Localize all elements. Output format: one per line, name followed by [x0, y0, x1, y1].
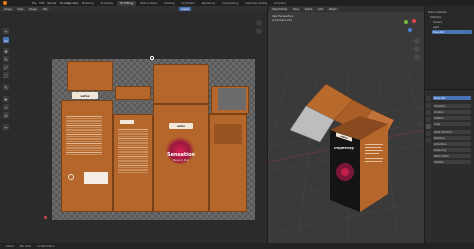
tab-scripting[interactable]: Scripting: [271, 1, 289, 6]
dieline-flap: [153, 64, 209, 104]
select-box-tool-icon[interactable]: ▭: [3, 37, 9, 43]
side-dark-block: [214, 124, 242, 144]
menu-object[interactable]: Object: [326, 7, 339, 11]
front-logo-text: sefex: [177, 124, 185, 128]
uv-toolbar: + ▭ ✥ ↻ ⤢ ⬚ ✎ ☛ ≈ ◎ ✂: [0, 28, 12, 198]
outliner-item[interactable]: Collection: [429, 15, 472, 19]
tab-texture-paint[interactable]: Texture Paint: [137, 1, 160, 6]
panel-collections[interactable]: Collections: [433, 142, 471, 146]
menu-view-3d[interactable]: View: [291, 7, 301, 11]
panel-motion-paths[interactable]: Motion Paths: [433, 154, 471, 158]
product-name: Sensation: [166, 152, 195, 158]
menu-file[interactable]: File: [32, 2, 36, 5]
tab-compositing[interactable]: Compositing: [219, 1, 241, 6]
uv-handle-icon[interactable]: [44, 216, 47, 219]
panel-delta-transform[interactable]: Delta Transform: [433, 130, 471, 134]
scale-tool-icon[interactable]: ⤢: [3, 64, 9, 70]
status-select: Select: [6, 244, 14, 248]
tab-shading[interactable]: Shading: [161, 1, 178, 6]
menu-add[interactable]: Add: [316, 7, 325, 11]
scene-props-tab-icon[interactable]: [426, 117, 431, 122]
panel-visibility[interactable]: Visibility: [433, 160, 471, 164]
location-field[interactable]: Location: [433, 110, 471, 114]
outliner-item-selected[interactable]: Plane.002: [432, 30, 472, 34]
zoom-view-icon[interactable]: [414, 38, 420, 44]
pinch-tool-icon[interactable]: ◎: [3, 112, 9, 118]
side-text-block: [66, 115, 102, 155]
menu-edit[interactable]: Edit: [39, 2, 44, 5]
object-props-tab-icon[interactable]: [426, 124, 431, 129]
tab-animation[interactable]: Animation: [179, 1, 198, 6]
status-bar: Select Pan View Context Menu: [0, 243, 474, 249]
annotate-tool-icon[interactable]: ✎: [3, 84, 9, 90]
object-name-field[interactable]: Plane.002: [433, 96, 471, 100]
relax-tool-icon[interactable]: ≈: [3, 104, 9, 110]
status-pan-view: Pan View: [19, 244, 31, 248]
box-model: [289, 83, 395, 212]
status-context-menu: Context Menu: [36, 244, 55, 248]
menu-select[interactable]: Select: [302, 7, 315, 11]
tab-sculpting[interactable]: Sculpting: [98, 1, 116, 6]
image-selector[interactable]: Cream: [179, 7, 192, 11]
outliner-item[interactable]: Camera: [432, 20, 472, 24]
tool-props-tab-icon[interactable]: [426, 96, 431, 101]
move-tool-icon[interactable]: ✥: [3, 48, 9, 54]
blender-logo-icon[interactable]: [3, 1, 7, 5]
camera-view-icon[interactable]: [414, 54, 420, 60]
tab-modeling[interactable]: Modeling: [79, 1, 97, 6]
dieline-flap: [67, 61, 113, 91]
tab-layout[interactable]: Layout: [63, 1, 78, 6]
output-props-tab-icon[interactable]: [426, 110, 431, 115]
product-subtitle: Pleasure Ring: [172, 159, 190, 162]
zoom-icon[interactable]: [256, 20, 262, 26]
barcode-box: [84, 172, 108, 184]
back-logo: [120, 120, 134, 124]
navigation-gizmo-icon[interactable]: [402, 18, 418, 34]
panel-instancing[interactable]: Instancing: [433, 148, 471, 152]
editor-type-button[interactable]: Image: [2, 7, 14, 11]
outliner-item[interactable]: Scene Collection: [427, 10, 472, 14]
front-logo: sefex: [169, 123, 193, 129]
rotate-tool-icon[interactable]: ↻: [3, 56, 9, 62]
outliner: Scene Collection Collection Camera Light…: [425, 6, 474, 89]
properties-panel: Plane.002 Transform Location Rotation Sc…: [425, 90, 474, 243]
tab-geometry-nodes[interactable]: Geometry Nodes: [242, 1, 270, 6]
menu-uvs[interactable]: UVs: [40, 7, 50, 11]
menu-image[interactable]: Image: [27, 7, 39, 11]
model-product-name: Sensation: [333, 146, 355, 150]
mode-selector[interactable]: Object Mode: [270, 7, 290, 11]
panel-transform[interactable]: Transform: [433, 104, 471, 108]
tab-uv-editing[interactable]: UV Editing: [116, 0, 137, 6]
back-text-block: [118, 128, 148, 174]
tab-rendering[interactable]: Rendering: [199, 1, 218, 6]
pan-icon[interactable]: [256, 28, 262, 34]
brand-logo: sefex: [72, 92, 98, 99]
cursor-tool-icon[interactable]: +: [3, 28, 9, 34]
scale-field[interactable]: Scale: [433, 122, 471, 126]
grab-tool-icon[interactable]: ☛: [3, 96, 9, 102]
menu-view[interactable]: View: [15, 7, 26, 11]
material-props-tab-icon[interactable]: [426, 138, 431, 143]
outliner-item[interactable]: Light: [432, 25, 472, 29]
3d-viewport[interactable]: User Perspective (124) Plane.002 sefex S…: [268, 12, 424, 243]
dieline-flap: [115, 86, 151, 100]
cursor-2d-icon[interactable]: [150, 56, 154, 60]
brand-logo-text: sefex: [80, 93, 90, 98]
transform-tool-icon[interactable]: ⬚: [3, 72, 9, 78]
panel-relations[interactable]: Relations: [433, 136, 471, 140]
pan-view-icon[interactable]: [414, 46, 420, 52]
recycle-icon: [68, 174, 74, 180]
render-props-tab-icon[interactable]: [426, 103, 431, 108]
menu-render[interactable]: Render: [47, 2, 56, 5]
rotation-field[interactable]: Rotation: [433, 116, 471, 120]
dieline-cutout: [218, 88, 246, 110]
modifier-props-tab-icon[interactable]: [426, 131, 431, 136]
rip-tool-icon[interactable]: ✂: [3, 124, 9, 130]
